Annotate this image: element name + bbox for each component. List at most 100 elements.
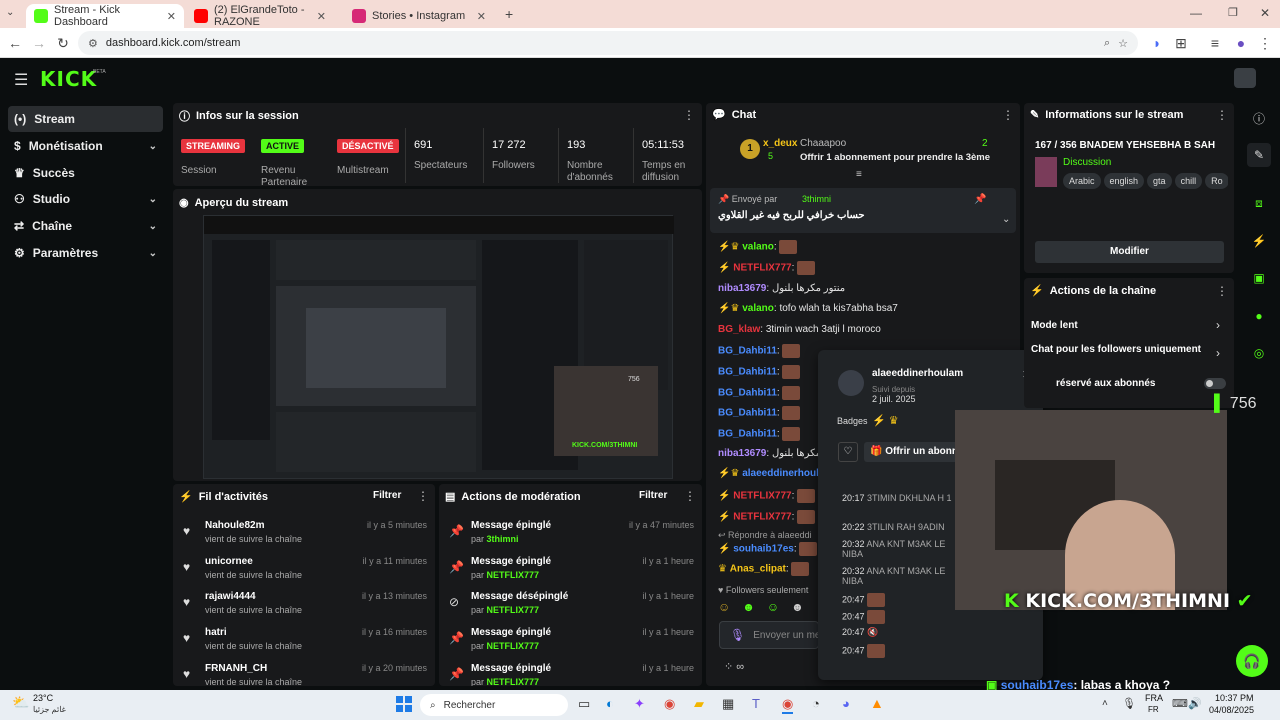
tab-menu-icon[interactable]: ⌄ <box>6 7 14 18</box>
gift-sub-button[interactable]: 🎁 Offrir un abonn <box>864 442 964 462</box>
category-link[interactable]: Discussion <box>1063 157 1111 168</box>
follow-heart-icon[interactable]: ♡ <box>838 442 858 462</box>
chevron-down-icon[interactable]: ⌄ <box>1002 214 1010 225</box>
chat-bubble-icon[interactable]: ● <box>1247 304 1271 328</box>
back-icon[interactable]: ← <box>6 34 24 52</box>
emote-icon[interactable]: ☺ <box>767 600 779 616</box>
collapse-icon[interactable]: ≡ <box>856 169 862 180</box>
zoom-icon[interactable]: ⌕ <box>1104 37 1110 50</box>
filter-button[interactable]: Filtrer <box>639 490 667 501</box>
network-icon[interactable]: ⌨ <box>1172 697 1188 710</box>
more-icon[interactable]: ⋮ <box>1216 108 1228 122</box>
chevron-right-icon[interactable]: › <box>1216 346 1220 360</box>
edit-button[interactable]: Modifier <box>1035 241 1224 263</box>
kick-logo[interactable]: KICK <box>40 67 97 91</box>
sidebar-item-studio[interactable]: ⚇ Studio ⌄ <box>8 186 163 212</box>
app-icon[interactable]: ▲ <box>870 695 884 711</box>
close-icon[interactable]: ✕ <box>477 10 486 23</box>
extensions-puzzle-icon[interactable]: ⊞ <box>1172 34 1190 52</box>
maximize-icon[interactable]: ❐ <box>1228 6 1238 19</box>
sidebar-item-monetisation[interactable]: $ Monétisation ⌄ <box>8 133 163 159</box>
pinned-user[interactable]: 3thimni <box>802 194 831 204</box>
settings-dots-icon[interactable]: ⁘ ∞ <box>724 660 744 673</box>
profile-icon[interactable]: ● <box>1232 34 1250 52</box>
tab-kick[interactable]: Stream - Kick Dashboard ✕ <box>26 4 184 28</box>
task-view-icon[interactable]: ▭ <box>578 696 590 712</box>
broadcast-icon[interactable]: ◎ <box>1247 341 1271 365</box>
folder-icon[interactable]: ▰ <box>694 696 704 712</box>
support-chat-button[interactable]: 🎧 <box>1236 645 1268 677</box>
more-icon[interactable]: ⋮ <box>1216 284 1228 298</box>
url-field[interactable]: ⚙ dashboard.kick.com/stream ⌕ ☆ <box>78 31 1138 55</box>
more-icon[interactable]: ⋮ <box>684 489 696 503</box>
site-info-icon[interactable]: ⚙ <box>88 37 98 50</box>
clipboard-icon[interactable]: ▣ <box>1247 266 1271 290</box>
new-tab-icon[interactable]: + <box>505 6 513 22</box>
list-item: ♥ unicornee vient de suivre la chaîne il… <box>183 556 427 580</box>
emote-bar: ☺ ☻ ☺ ☻ <box>718 600 818 616</box>
tag-chip[interactable]: Ro <box>1205 173 1228 189</box>
weather-icon[interactable]: ⛅ <box>12 694 29 711</box>
sidebar-item-succes[interactable]: ♛ Succès <box>8 160 163 186</box>
info-icon[interactable]: ⓘ <box>1247 106 1271 130</box>
hamburger-menu-icon[interactable]: ☰ <box>14 70 28 90</box>
sidebar-item-chaine[interactable]: ⇄ Chaîne ⌄ <box>8 213 163 239</box>
bookmark-star-icon[interactable]: ☆ <box>1118 37 1128 50</box>
sidebar-item-parametres[interactable]: ⚙ Paramètres ⌄ <box>8 240 163 266</box>
pin-icon[interactable]: 📌 <box>974 194 986 205</box>
more-icon[interactable]: ⋮ <box>683 108 695 122</box>
followers-only-item[interactable]: Chat pour les followers uniquement <box>1031 344 1211 355</box>
avatar[interactable] <box>1234 68 1256 88</box>
copilot-icon[interactable]: ✦ <box>634 696 645 712</box>
extension-icon[interactable]: ◗ <box>1148 34 1166 52</box>
app-icon[interactable]: ◔ <box>812 696 820 711</box>
close-icon[interactable]: ✕ <box>167 10 176 23</box>
chrome-active-icon[interactable]: ◉ <box>782 696 794 714</box>
minimize-icon[interactable]: — <box>1190 6 1202 20</box>
windows-start-icon[interactable] <box>396 696 412 712</box>
tab-youtube[interactable]: (2) ElGrandeToto - RAZONE ✕ <box>186 4 334 28</box>
tag-chip[interactable]: english <box>1103 173 1145 189</box>
chevron-up-icon[interactable]: ˄ <box>1102 698 1108 709</box>
edge-icon[interactable]: ◐ <box>606 696 614 711</box>
more-icon[interactable]: ⋮ <box>417 489 429 503</box>
slow-mode-item[interactable]: Mode lent <box>1031 320 1078 331</box>
mic-icon[interactable]: 🎙 <box>1122 697 1136 710</box>
filter-button[interactable]: Filtrer <box>373 490 401 501</box>
gifter-name[interactable]: Chaaapoo <box>800 138 846 149</box>
chevron-right-icon[interactable]: › <box>1216 318 1220 332</box>
chat-input[interactable]: 🎙 Envoyer un me <box>719 621 819 649</box>
tag-chip[interactable]: Arabic <box>1063 173 1101 189</box>
emote-icon[interactable]: ☻ <box>791 600 804 616</box>
tab-instagram[interactable]: Stories • Instagram ✕ <box>344 4 494 28</box>
emote-icon[interactable]: ☺ <box>718 600 730 616</box>
mic-icon: 🎙 <box>730 628 746 642</box>
discord-icon[interactable]: ◕ <box>842 696 850 711</box>
clock-time[interactable]: 10:37 PM <box>1215 693 1254 703</box>
mod-badge-icon: ⚡ <box>718 543 731 555</box>
tag-chip[interactable]: gta <box>1147 173 1172 189</box>
leader-username[interactable]: x_deux <box>763 138 797 149</box>
stream-preview-video[interactable]: KICK.COM/3THIMNI 756 <box>203 215 674 479</box>
more-icon[interactable]: ⋮ <box>1002 108 1014 122</box>
gift-cta[interactable]: Offrir 1 abonnement pour prendre la 3ème <box>800 152 990 163</box>
close-icon[interactable]: ✕ <box>317 10 326 23</box>
chrome-icon[interactable]: ◉ <box>664 696 675 712</box>
close-window-icon[interactable]: ✕ <box>1260 6 1270 20</box>
sidebar-item-stream[interactable]: (•) Stream <box>8 106 163 132</box>
reload-icon[interactable]: ↻ <box>54 34 72 52</box>
bolt-icon[interactable]: ⚡ <box>1247 229 1271 253</box>
taskbar-search[interactable]: ⌕ Rechercher <box>420 694 568 716</box>
teams-icon[interactable]: T <box>752 696 760 711</box>
frame-icon[interactable]: ⧈ <box>1247 191 1271 215</box>
volume-icon[interactable]: 🔊 <box>1188 697 1202 710</box>
tag-chip[interactable]: chill <box>1174 173 1203 189</box>
browser-menu-icon[interactable]: ⋮ <box>1256 34 1274 52</box>
reading-list-icon[interactable]: ≡ <box>1206 34 1224 52</box>
pencil-icon[interactable]: ✎ <box>1247 143 1271 167</box>
store-icon[interactable]: ▦ <box>722 696 734 712</box>
lang-indicator[interactable]: FRA <box>1145 693 1163 703</box>
emote-icon[interactable]: ☻ <box>742 600 755 616</box>
subs-only-toggle[interactable] <box>1204 378 1226 389</box>
forward-icon[interactable]: → <box>30 34 48 52</box>
